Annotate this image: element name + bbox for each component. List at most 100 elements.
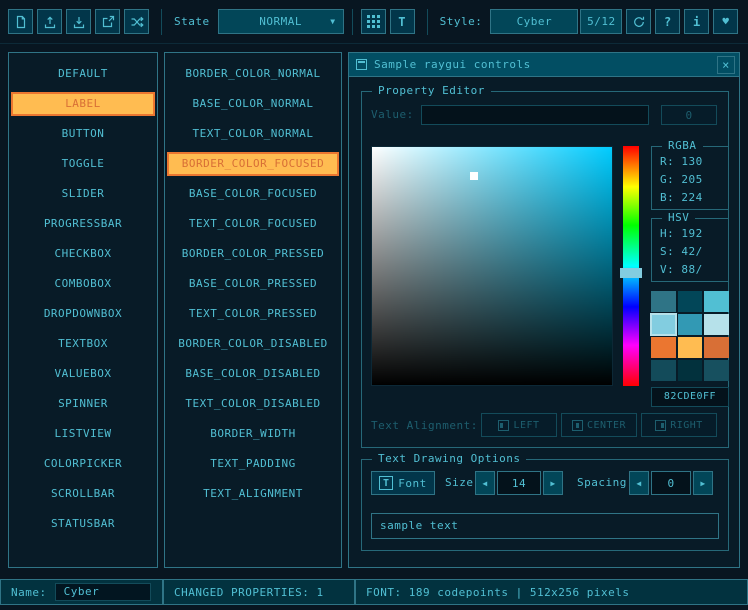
palette-swatch[interactable] — [651, 291, 676, 312]
align-left-button[interactable]: LEFT — [481, 413, 557, 437]
size-value[interactable]: 14 — [497, 471, 541, 495]
property-item[interactable]: BORDER_COLOR_PRESSED — [167, 242, 339, 266]
property-item[interactable]: TEXT_ALIGNMENT — [167, 482, 339, 506]
hex-color-value[interactable]: 82CDE0FF — [651, 387, 729, 407]
property-item[interactable]: BASE_COLOR_DISABLED — [167, 362, 339, 386]
export-file-button[interactable] — [95, 9, 120, 34]
property-item[interactable]: BASE_COLOR_NORMAL — [167, 92, 339, 116]
palette-swatch[interactable] — [678, 314, 703, 335]
sponsor-button[interactable]: ♥ — [713, 9, 738, 34]
font-editor-button[interactable]: T — [390, 9, 415, 34]
rgba-label: RGBA — [662, 139, 703, 152]
palette-swatch[interactable] — [678, 291, 703, 312]
align-right-icon — [655, 420, 666, 431]
property-item[interactable]: BORDER_COLOR_DISABLED — [167, 332, 339, 356]
statusbar-name-segment: Name: Cyber — [0, 579, 163, 605]
about-button[interactable]: i — [684, 9, 709, 34]
control-item-dropdownbox[interactable]: DROPDOWNBOX — [11, 302, 155, 326]
control-item-valuebox[interactable]: VALUEBOX — [11, 362, 155, 386]
align-left-label: LEFT — [513, 420, 539, 431]
spacing-value[interactable]: 0 — [651, 471, 691, 495]
property-item[interactable]: BORDER_WIDTH — [167, 422, 339, 446]
arrow-right-icon: ▶ — [700, 479, 705, 488]
palette-swatch[interactable] — [704, 337, 729, 358]
toolbar-divider — [161, 9, 162, 35]
style-table-button[interactable] — [361, 9, 386, 34]
property-item[interactable]: TEXT_PADDING — [167, 452, 339, 476]
control-item-textbox[interactable]: TEXTBOX — [11, 332, 155, 356]
property-item[interactable]: BORDER_COLOR_NORMAL — [167, 62, 339, 86]
color-picker-cursor[interactable] — [470, 172, 478, 180]
control-item-combobox[interactable]: COMBOBOX — [11, 272, 155, 296]
state-dropdown[interactable]: NORMAL ▼ — [218, 9, 344, 34]
value-zero-button[interactable]: 0 — [661, 105, 717, 125]
spacing-increase-button[interactable]: ▶ — [693, 471, 713, 495]
help-button[interactable]: ? — [655, 9, 680, 34]
property-item[interactable]: BASE_COLOR_FOCUSED — [167, 182, 339, 206]
randomize-style-button[interactable] — [124, 9, 149, 34]
rgba-g-value: G: 205 — [660, 173, 703, 187]
align-center-label: CENTER — [587, 420, 626, 431]
control-item-toggle[interactable]: TOGGLE — [11, 152, 155, 176]
control-item-slider[interactable]: SLIDER — [11, 182, 155, 206]
color-picker-area[interactable] — [371, 146, 613, 386]
hue-slider-handle[interactable] — [620, 268, 642, 278]
load-file-button[interactable] — [37, 9, 62, 34]
control-item-checkbox[interactable]: CHECKBOX — [11, 242, 155, 266]
changed-properties-text: CHANGED PROPERTIES: 1 — [174, 586, 324, 599]
palette-swatch[interactable] — [651, 337, 676, 358]
arrow-right-icon: ▶ — [550, 479, 555, 488]
style-name-input[interactable]: Cyber — [55, 583, 151, 601]
control-item-scrollbar[interactable]: SCROLLBAR — [11, 482, 155, 506]
sample-controls-window: Sample raygui controls × Property Editor… — [348, 52, 740, 568]
reload-style-button[interactable] — [626, 9, 651, 34]
control-item-label[interactable]: LABEL — [11, 92, 155, 116]
control-item-colorpicker[interactable]: COLORPICKER — [11, 452, 155, 476]
property-item[interactable]: TEXT_COLOR_FOCUSED — [167, 212, 339, 236]
style-counter-button[interactable]: 5/12 — [580, 9, 622, 34]
align-right-button[interactable]: RIGHT — [641, 413, 717, 437]
property-item[interactable]: BASE_COLOR_PRESSED — [167, 272, 339, 296]
arrow-left-icon: ◀ — [636, 479, 641, 488]
save-file-button[interactable] — [66, 9, 91, 34]
control-item-spinner[interactable]: SPINNER — [11, 392, 155, 416]
property-item[interactable]: TEXT_COLOR_NORMAL — [167, 122, 339, 146]
close-button[interactable]: × — [717, 56, 735, 74]
statusbar-changed-segment: CHANGED PROPERTIES: 1 — [163, 579, 355, 605]
close-icon: × — [722, 59, 730, 71]
statusbar: Name: Cyber CHANGED PROPERTIES: 1 FONT: … — [0, 579, 748, 605]
size-increase-button[interactable]: ▶ — [543, 471, 563, 495]
palette-swatch[interactable] — [651, 360, 676, 381]
control-item-progressbar[interactable]: PROGRESSBAR — [11, 212, 155, 236]
control-item-default[interactable]: DEFAULT — [11, 62, 155, 86]
font-button-label: Font — [398, 477, 427, 490]
control-item-button[interactable]: BUTTON — [11, 122, 155, 146]
window-titlebar[interactable]: Sample raygui controls × — [349, 53, 739, 77]
palette-swatch[interactable] — [678, 360, 703, 381]
sample-text-input[interactable]: sample text — [371, 513, 719, 539]
style-selector-button[interactable]: Cyber — [490, 9, 578, 34]
property-item[interactable]: TEXT_COLOR_DISABLED — [167, 392, 339, 416]
palette-swatch[interactable] — [704, 360, 729, 381]
properties-list: BORDER_COLOR_NORMAL BASE_COLOR_NORMAL TE… — [164, 52, 342, 568]
palette-swatch[interactable] — [704, 314, 729, 335]
hue-slider[interactable] — [623, 146, 639, 386]
property-item[interactable]: TEXT_COLOR_PRESSED — [167, 302, 339, 326]
toolbar-divider — [427, 9, 428, 35]
font-button[interactable]: T Font — [371, 471, 435, 495]
reload-icon — [632, 15, 646, 29]
statusbar-font-segment: FONT: 189 codepoints | 512x256 pixels — [355, 579, 748, 605]
load-file-icon — [43, 15, 57, 29]
palette-swatch-selected[interactable] — [651, 314, 676, 335]
spacing-decrease-button[interactable]: ◀ — [629, 471, 649, 495]
property-item-selected[interactable]: BORDER_COLOR_FOCUSED — [167, 152, 339, 176]
control-item-statusbar[interactable]: STATUSBAR — [11, 512, 155, 536]
size-decrease-button[interactable]: ◀ — [475, 471, 495, 495]
align-center-button[interactable]: CENTER — [561, 413, 637, 437]
value-input[interactable] — [421, 105, 649, 125]
palette-swatch[interactable] — [704, 291, 729, 312]
palette-swatch[interactable] — [678, 337, 703, 358]
new-file-button[interactable] — [8, 9, 33, 34]
spacing-label: Spacing: — [577, 471, 634, 495]
control-item-listview[interactable]: LISTVIEW — [11, 422, 155, 446]
